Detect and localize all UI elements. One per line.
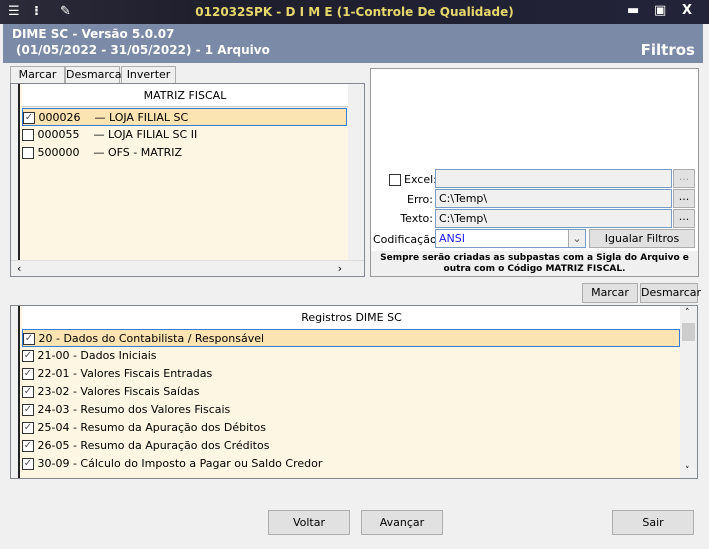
table-row[interactable]: ✓ 21-00 - Dados Iniciais bbox=[22, 347, 156, 365]
tab-desmarcar[interactable]: Desmarcar bbox=[65, 66, 126, 83]
erro-browse-button[interactable]: ... bbox=[673, 189, 695, 208]
table-row[interactable]: ✓ 26-05 - Resumo da Apuração dos Crédito… bbox=[22, 437, 269, 455]
section-title: Filtros bbox=[640, 41, 695, 59]
table-row[interactable]: ✓ 22-01 - Valores Fiscais Entradas bbox=[22, 365, 212, 383]
table-row[interactable]: ✓ 24-03 - Resumo dos Valores Fiscais bbox=[22, 401, 230, 419]
checkbox[interactable]: ✓ bbox=[23, 333, 35, 345]
table-row[interactable]: ✓ 23-02 - Valores Fiscais Saídas bbox=[22, 383, 200, 401]
erro-path-field[interactable]: C:\Temp\ bbox=[435, 189, 672, 208]
matriz-grid[interactable]: MATRIZ FISCAL ✓ 000026 — LOJA FILIAL SC … bbox=[10, 83, 365, 277]
codificacao-label: Codificação: bbox=[373, 233, 441, 246]
window-title: 012032SPK - D I M E (1-Controle De Quali… bbox=[195, 5, 514, 19]
header-band: DIME SC - Versão 5.0.07 (01/05/2022 - 31… bbox=[3, 24, 703, 63]
desmarcar-registros-button[interactable]: Desmarcar bbox=[640, 283, 701, 303]
table-row[interactable]: ✓ 20 - Dados do Contabilista / Responsáv… bbox=[22, 329, 680, 347]
checkbox[interactable]: ✓ bbox=[22, 350, 34, 362]
tab-inverter[interactable]: Inverter bbox=[121, 66, 176, 83]
app-version: DIME SC - Versão 5.0.07 bbox=[12, 27, 175, 41]
table-row[interactable]: ✓ 25-04 - Resumo da Apuração dos Débitos bbox=[22, 419, 266, 437]
excel-path-field[interactable] bbox=[435, 169, 672, 188]
excel-label: Excel: bbox=[404, 173, 437, 186]
excel-checkbox[interactable] bbox=[389, 173, 401, 186]
codificacao-select[interactable]: ANSI ⌄ bbox=[435, 229, 586, 248]
registros-grid[interactable]: Registros DIME SC ✓ 20 - Dados do Contab… bbox=[10, 305, 698, 479]
checkbox[interactable]: ✓ bbox=[22, 386, 34, 398]
registros-header: Registros DIME SC bbox=[22, 306, 681, 330]
tab-marcar[interactable]: Marcar bbox=[10, 66, 65, 83]
table-row[interactable]: 500000 — OFS - MATRIZ bbox=[22, 144, 182, 162]
title-bar: ☰ ⁝ ✎ 012032SPK - D I M E (1-Controle De… bbox=[0, 0, 709, 24]
scrollbar-thumb[interactable] bbox=[682, 323, 695, 341]
checkbox[interactable]: ✓ bbox=[22, 458, 34, 470]
voltar-button[interactable]: Voltar bbox=[268, 510, 350, 535]
row-indicator bbox=[11, 84, 20, 261]
table-row[interactable]: 000055 — LOJA FILIAL SC II bbox=[22, 126, 197, 144]
checkbox[interactable]: ✓ bbox=[22, 368, 34, 380]
table-row[interactable]: ✓ 30-09 - Cálculo do Imposto a Pagar ou … bbox=[22, 455, 322, 473]
avancar-button[interactable]: Avançar bbox=[361, 510, 443, 535]
marcar-registros-button[interactable]: Marcar bbox=[582, 283, 638, 303]
vertical-scrollbar[interactable]: ˄ ˅ bbox=[680, 306, 697, 478]
matriz-header: MATRIZ FISCAL bbox=[22, 84, 348, 107]
sair-button[interactable]: Sair bbox=[612, 510, 694, 535]
chevron-down-icon[interactable]: ⌄ bbox=[568, 230, 585, 247]
horizontal-scrollbar[interactable]: ‹ › bbox=[11, 260, 364, 276]
filters-panel: Excel: ... Erro: C:\Temp\ ... Texto: C:\… bbox=[370, 68, 699, 277]
erro-label: Erro: bbox=[407, 193, 433, 206]
checkbox[interactable]: ✓ bbox=[22, 440, 34, 452]
checkbox[interactable]: ✓ bbox=[22, 404, 34, 416]
excel-browse-button[interactable]: ... bbox=[673, 169, 695, 188]
checkbox[interactable]: ✓ bbox=[22, 422, 34, 434]
minimize-icon[interactable]: ▬ bbox=[627, 3, 639, 18]
vertical-scrollbar[interactable] bbox=[348, 84, 364, 261]
table-row[interactable]: ✓ 000026 — LOJA FILIAL SC bbox=[22, 108, 347, 126]
subfolder-note: Sempre serão criadas as subpastas com a … bbox=[371, 251, 698, 276]
close-icon[interactable]: X bbox=[682, 3, 692, 18]
checkbox[interactable] bbox=[22, 147, 34, 159]
texto-path-field[interactable]: C:\Temp\ bbox=[435, 209, 672, 228]
igualar-filtros-button[interactable]: Igualar Filtros bbox=[589, 229, 695, 248]
texto-label: Texto: bbox=[400, 212, 433, 225]
row-indicator bbox=[11, 306, 20, 478]
period: (01/05/2022 - 31/05/2022) - 1 Arquivo bbox=[16, 43, 270, 57]
checkbox[interactable] bbox=[22, 129, 34, 141]
texto-browse-button[interactable]: ... bbox=[673, 209, 695, 228]
maximize-icon[interactable]: ▣ bbox=[654, 3, 666, 18]
checkbox[interactable]: ✓ bbox=[23, 112, 35, 124]
